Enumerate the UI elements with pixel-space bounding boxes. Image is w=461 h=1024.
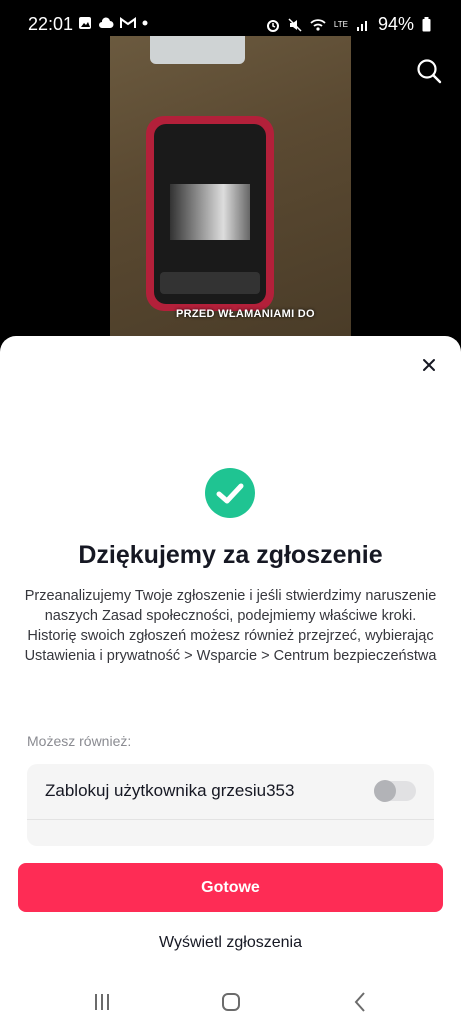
success-check-icon xyxy=(205,468,255,518)
wifi-icon xyxy=(310,18,326,31)
block-user-toggle[interactable] xyxy=(374,780,416,802)
dot-icon xyxy=(142,20,148,26)
search-icon[interactable] xyxy=(416,58,442,84)
battery-percent: 94% xyxy=(377,14,414,34)
system-nav-bar xyxy=(0,980,461,1024)
phone-image xyxy=(146,116,274,311)
alarm-icon xyxy=(266,19,279,32)
toggle-knob xyxy=(374,780,396,802)
home-icon[interactable] xyxy=(211,988,251,1016)
battery-icon xyxy=(422,17,431,32)
recent-apps-icon[interactable] xyxy=(82,988,122,1016)
close-icon[interactable] xyxy=(418,354,440,376)
view-reports-link[interactable]: Wyświetl zgłoszenia xyxy=(0,934,461,952)
mute-icon xyxy=(288,17,302,32)
options-card: Zablokuj użytkownika grzesiu353 xyxy=(27,764,434,846)
gallery-icon xyxy=(79,17,91,29)
options-heading: Możesz również: xyxy=(27,733,132,749)
video-caption: PRZED WŁAMANIAMI DO xyxy=(176,308,315,320)
block-user-label: Zablokuj użytkownika grzesiu353 xyxy=(45,781,295,800)
sheet-title: Dziękujemy za zgłoszenie xyxy=(78,541,383,569)
cloud-icon xyxy=(99,17,114,28)
gmail-icon xyxy=(120,17,136,28)
signal-icon xyxy=(356,20,367,31)
done-button[interactable]: Gotowe xyxy=(18,863,443,912)
back-icon[interactable] xyxy=(340,988,380,1016)
lte-label: LTE xyxy=(333,19,348,29)
sheet-description: Przeanalizujemy Twoje zgłoszenie i jeśli… xyxy=(24,588,437,664)
video-preview[interactable]: PRZED WŁAMANIAMI DO xyxy=(110,36,351,336)
block-user-row[interactable]: Zablokuj użytkownika grzesiu353 xyxy=(27,764,434,820)
laptop-image xyxy=(150,36,245,64)
report-confirmation-sheet: Dziękujemy za zgłoszenie Przeanalizujemy… xyxy=(0,336,461,1024)
status-time: 22:01 xyxy=(28,14,74,34)
